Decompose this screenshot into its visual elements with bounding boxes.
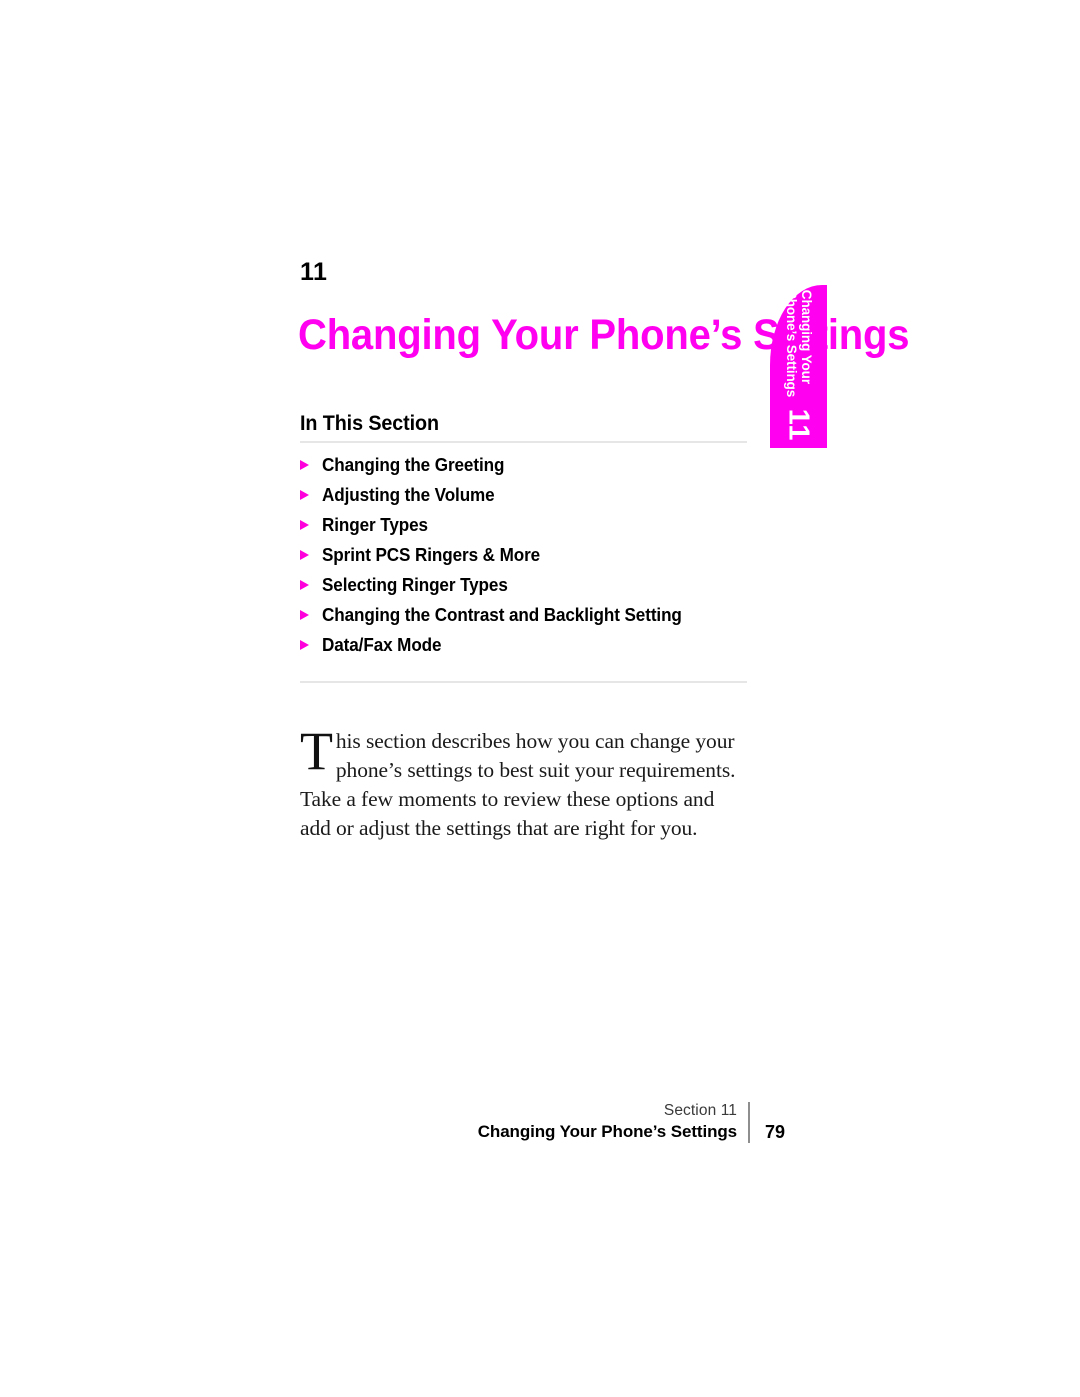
list-item: Sprint PCS Ringers & More xyxy=(300,545,760,575)
list-item-label: Sprint PCS Ringers & More xyxy=(322,545,541,565)
footer-divider xyxy=(748,1102,750,1143)
list-item-label: Data/Fax Mode xyxy=(322,635,442,655)
list-item: Selecting Ringer Types xyxy=(300,575,760,605)
list-item-label: Changing the Contrast and Backlight Sett… xyxy=(322,605,682,625)
footer-title-label: Changing Your Phone’s Settings xyxy=(477,1122,737,1141)
footer-text-block: Section 11 Changing Your Phone’s Setting… xyxy=(337,1100,746,1143)
list-item: Ringer Types xyxy=(300,515,760,545)
intro-paragraph: This section describes how you can chang… xyxy=(300,721,750,843)
list-item-label: Changing the Greeting xyxy=(322,455,505,475)
triangle-bullet-icon xyxy=(300,490,312,501)
divider-top xyxy=(300,441,747,443)
section-contents-list: Changing the Greeting Adjusting the Volu… xyxy=(300,455,760,665)
list-item: Changing the Contrast and Backlight Sett… xyxy=(300,605,760,635)
section-thumb-tab: Changing Your Phone’s Settings 11 xyxy=(770,285,827,448)
list-item: Data/Fax Mode xyxy=(300,635,760,665)
triangle-bullet-icon xyxy=(300,610,312,621)
list-item-label: Ringer Types xyxy=(322,515,428,535)
section-thumb-tab-number: 11 xyxy=(770,408,827,442)
list-item-label: Adjusting the Volume xyxy=(322,485,495,505)
triangle-bullet-icon xyxy=(300,580,312,591)
page-footer: Section 11 Changing Your Phone’s Setting… xyxy=(300,1100,790,1150)
page-title: Changing Your Phone’s Settings xyxy=(298,311,910,359)
section-thumb-tab-text: Changing Your Phone’s Settings xyxy=(770,285,827,403)
list-item-label: Selecting Ringer Types xyxy=(322,575,508,595)
triangle-bullet-icon xyxy=(300,550,312,561)
chapter-number: 11 xyxy=(300,258,328,286)
divider-bottom xyxy=(300,681,747,683)
in-this-section-heading: In This Section xyxy=(300,412,439,435)
list-item: Changing the Greeting xyxy=(300,455,760,485)
footer-section-label: Section 11 xyxy=(663,1102,737,1119)
page-number: 79 xyxy=(765,1122,786,1142)
triangle-bullet-icon xyxy=(300,520,312,531)
document-page: 11 Changing Your Phone’s Settings In Thi… xyxy=(0,0,1080,1397)
section-thumb-tab-line1: Changing Your xyxy=(799,289,815,384)
triangle-bullet-icon xyxy=(300,640,312,651)
section-thumb-tab-lines: Changing Your Phone’s Settings xyxy=(784,289,815,398)
triangle-bullet-icon xyxy=(300,460,312,471)
intro-body-text: his section describes how you can change… xyxy=(300,729,736,840)
drop-cap: T xyxy=(300,721,333,781)
list-item: Adjusting the Volume xyxy=(300,485,760,515)
section-thumb-tab-number-value: 11 xyxy=(782,408,815,442)
section-thumb-tab-line2: Phone’s Settings xyxy=(784,289,800,398)
